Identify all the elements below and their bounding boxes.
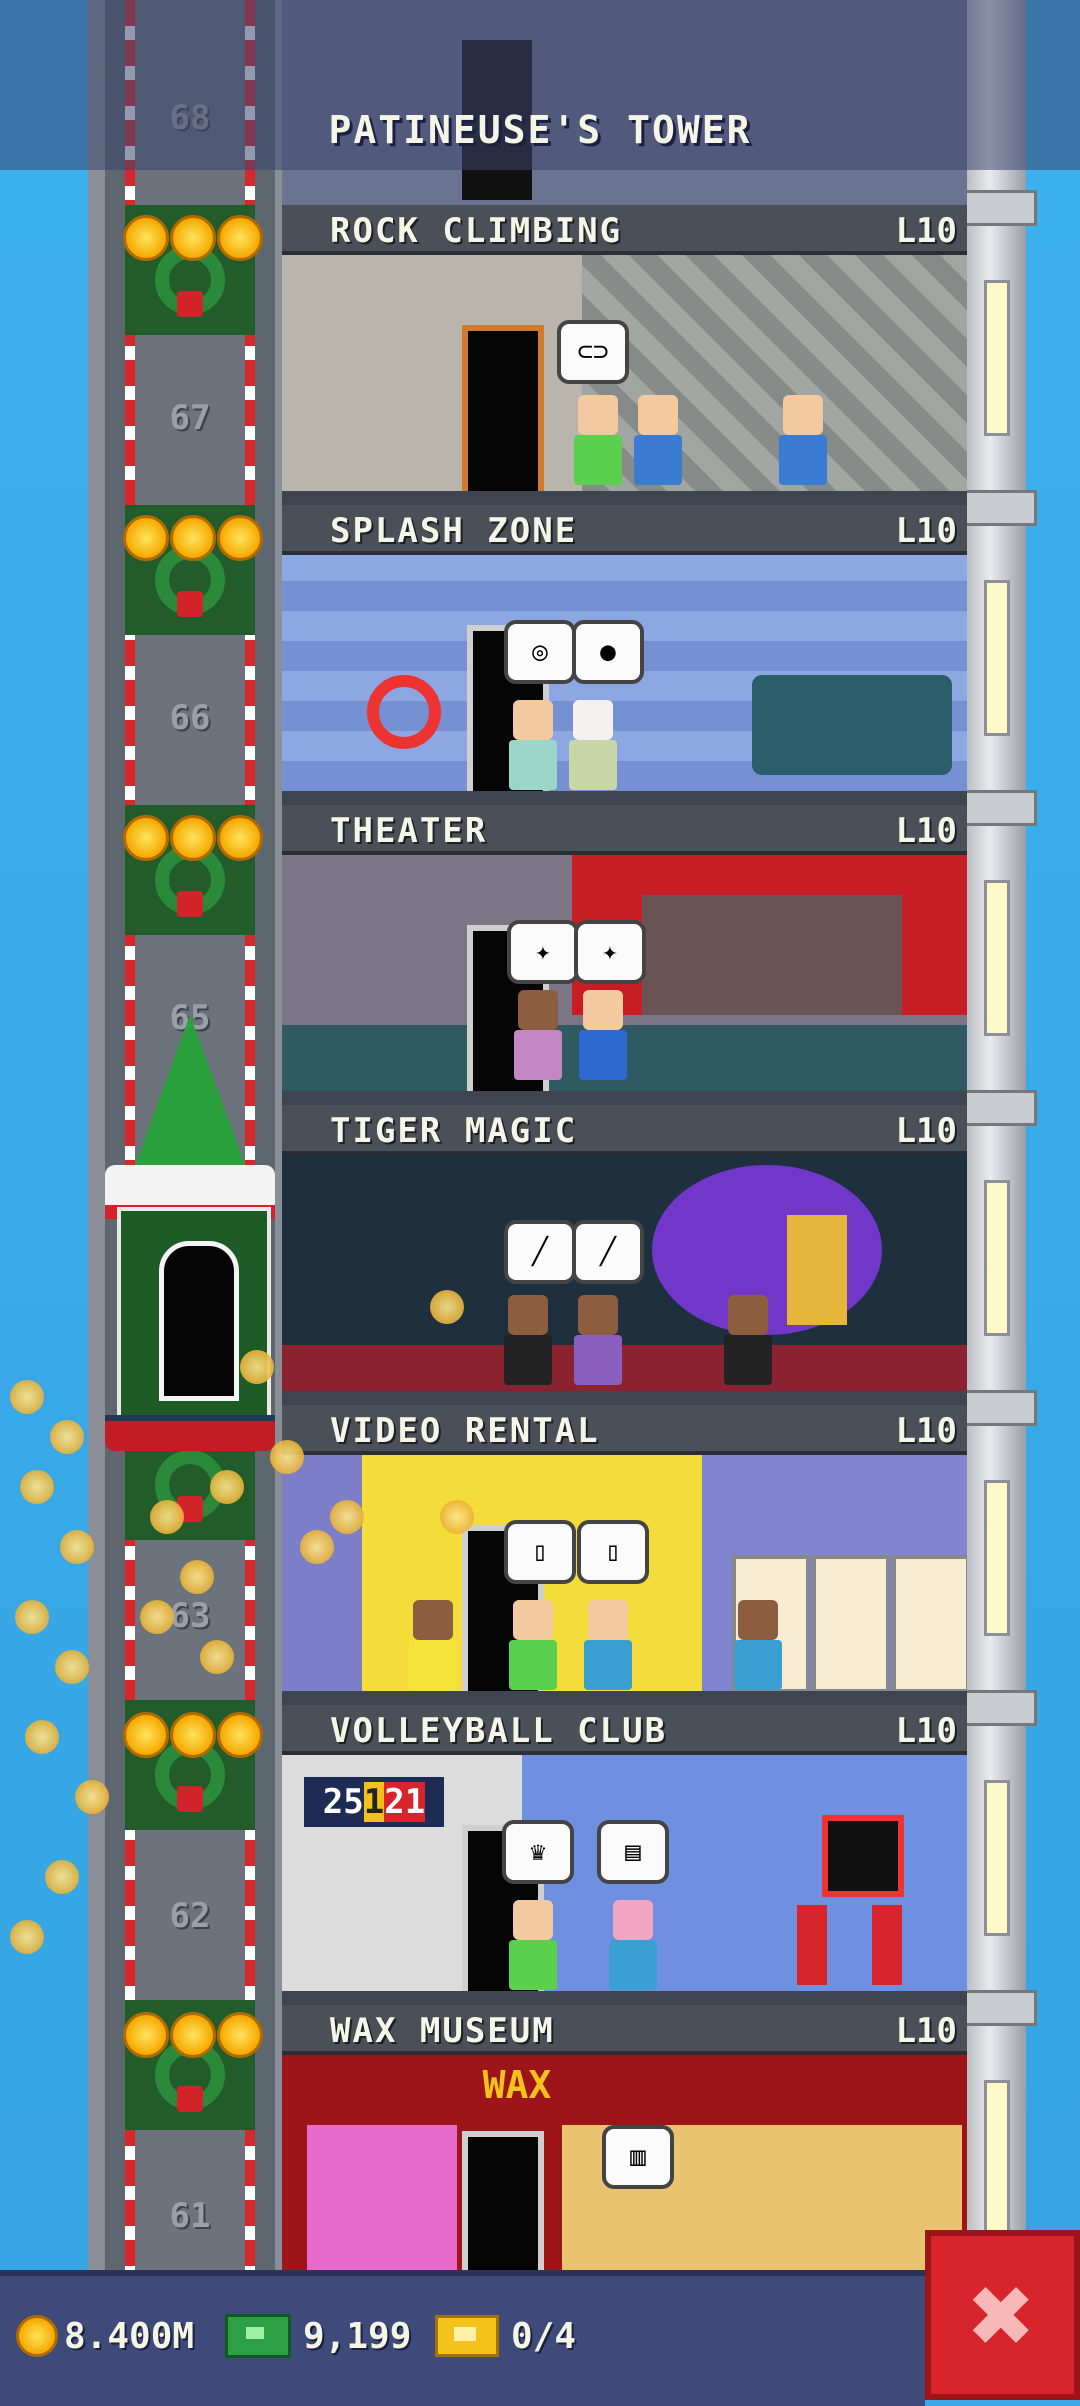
- speech-bubble-icon[interactable]: ✦: [574, 920, 646, 984]
- tower-title: PATINEUSE'S TOWER: [328, 108, 752, 152]
- coins-value: 8.400M: [64, 2315, 195, 2357]
- floor-level: L10: [895, 1711, 957, 1751]
- speech-bubble-icon[interactable]: ╱: [504, 1220, 576, 1284]
- speech-bubble-icon[interactable]: ⊂⊃: [557, 320, 629, 384]
- coins-stat[interactable]: 8.400M: [16, 2308, 194, 2364]
- star-icon: [217, 515, 263, 561]
- speech-bubble-icon[interactable]: ▤: [597, 1820, 669, 1884]
- star-icon: [217, 215, 263, 261]
- floor-video-rental[interactable]: VIDEO RENTAL L10 ▯ ▯: [282, 1405, 967, 1705]
- floor-splash-zone[interactable]: SPLASH ZONE L10 ◎ ●: [282, 505, 967, 805]
- star-icon: [123, 2012, 169, 2058]
- close-icon: ✖: [969, 2251, 1036, 2379]
- floor-name: SPLASH ZONE: [330, 511, 578, 551]
- elevator-shaft[interactable]: 68 67 66 65 63 62 61: [105, 0, 275, 2270]
- christmas-tree-icon: [135, 1015, 245, 1165]
- floor-volleyball-club[interactable]: VOLLEYBALL CLUB L10 25121 ♛ ▤: [282, 1705, 967, 2005]
- speech-bubble-icon[interactable]: ◎: [504, 620, 576, 684]
- floor-name: WAX MUSEUM: [330, 2011, 555, 2051]
- speech-bubble-icon[interactable]: ♛: [502, 1820, 574, 1884]
- floor-level: L10: [895, 2011, 957, 2051]
- star-icon: [170, 2012, 216, 2058]
- floor-number: 66: [169, 698, 211, 738]
- floor-name: TIGER MAGIC: [330, 1111, 578, 1151]
- star-icon: [123, 1712, 169, 1758]
- star-icon: [217, 1712, 263, 1758]
- floor-name: VIDEO RENTAL: [330, 1411, 600, 1451]
- bux-icon: [225, 2314, 291, 2358]
- star-icon: [123, 215, 169, 261]
- speech-bubble-icon[interactable]: ▯: [504, 1520, 576, 1584]
- floor-name: ROCK CLIMBING: [330, 211, 623, 251]
- ticket-icon: [435, 2315, 499, 2357]
- floor-level: L10: [895, 1111, 957, 1151]
- elevator-car[interactable]: [105, 1165, 275, 1451]
- tickets-stat[interactable]: 0/4: [435, 2308, 576, 2364]
- star-icon: [217, 2012, 263, 2058]
- floor-level: L10: [895, 811, 957, 851]
- floor-wax-museum[interactable]: WAX MUSEUM L10 WAX ▥: [282, 2005, 967, 2305]
- star-icon: [170, 815, 216, 861]
- star-icon: [170, 1712, 216, 1758]
- floor-tiger-magic[interactable]: TIGER MAGIC L10 ╱ ╱: [282, 1105, 967, 1405]
- speech-bubble-icon[interactable]: ▯: [577, 1520, 649, 1584]
- status-bar: 8.400M 9,199 0/4: [0, 2270, 925, 2406]
- speech-bubble-icon[interactable]: ●: [572, 620, 644, 684]
- floor-level: L10: [895, 511, 957, 551]
- floor-number: 62: [169, 1896, 211, 1936]
- header-bar: PATINEUSE'S TOWER: [0, 0, 1080, 170]
- star-icon: [217, 815, 263, 861]
- tickets-value: 0/4: [511, 2315, 577, 2357]
- coin-icon: [16, 2315, 58, 2357]
- bux-value: 9,199: [303, 2315, 412, 2357]
- wax-sign: WAX: [482, 2063, 552, 2107]
- floor-number: 67: [169, 398, 211, 438]
- floor-name: THEATER: [330, 811, 488, 851]
- star-icon: [170, 515, 216, 561]
- floor-theater[interactable]: THEATER L10 ✦ ✦: [282, 805, 967, 1105]
- star-icon: [170, 215, 216, 261]
- floor-number: 61: [169, 2196, 211, 2236]
- floor-level: L10: [895, 211, 957, 251]
- star-icon: [123, 815, 169, 861]
- speech-bubble-icon[interactable]: ✦: [507, 920, 579, 984]
- bux-stat[interactable]: 9,199: [225, 2308, 411, 2364]
- floor-name: VOLLEYBALL CLUB: [330, 1711, 668, 1751]
- tower-right-column: [956, 0, 1037, 2270]
- speech-bubble-icon[interactable]: ▥: [602, 2125, 674, 2189]
- speech-bubble-icon[interactable]: ╱: [572, 1220, 644, 1284]
- star-icon: [123, 515, 169, 561]
- floor-rock-climbing[interactable]: ROCK CLIMBING L10 ⊂⊃: [282, 205, 967, 505]
- floor-level: L10: [895, 1411, 957, 1451]
- scoreboard: 25121: [304, 1777, 444, 1827]
- close-button[interactable]: ✖: [925, 2230, 1080, 2400]
